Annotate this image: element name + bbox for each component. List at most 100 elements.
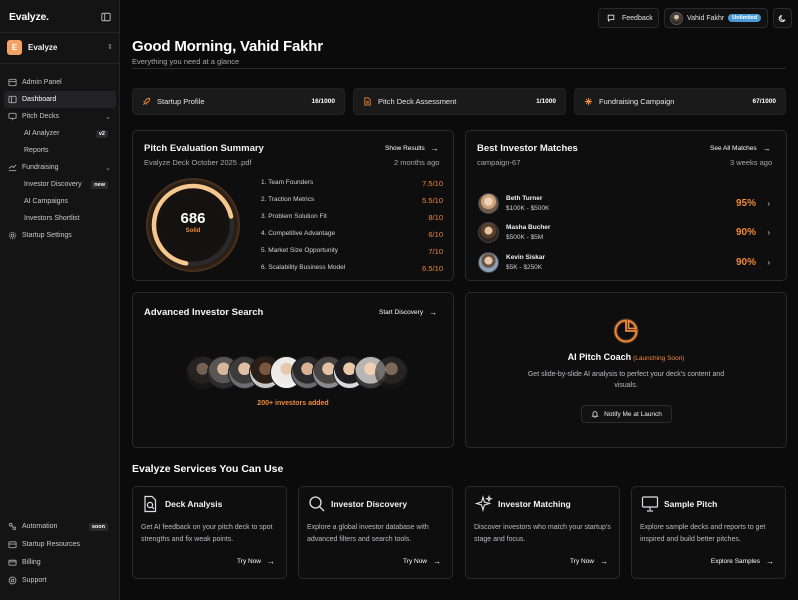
investor-avatar [478,222,499,243]
deck-time: 2 months ago [394,158,440,167]
page-subtitle: Everything you need at a glance [132,57,240,66]
match-percent: 90% [735,227,756,238]
sidebar-divider [0,32,120,33]
nav-fundraising[interactable]: Fundraising ⌄ [4,159,116,176]
investor-row[interactable]: Masha Bucher $500K - $5M 90% › [478,221,774,245]
investor-faces [186,356,408,391]
document-icon [364,97,371,106]
service-description: Get AI feedback on your pitch deck to sp… [141,524,273,543]
new-badge: new [91,180,108,189]
service-title: Investor Discovery [331,499,408,509]
nav-label: Admin Panel [22,79,62,86]
criterion-score: 5.5/10 [422,196,443,205]
nav-reports[interactable]: Reports [4,142,116,159]
nav-support[interactable]: Support [4,572,116,589]
start-discovery-link[interactable]: Start Discovery → [379,308,437,317]
sparkle-icon [584,97,593,106]
user-avatar [670,11,683,25]
service-card-investor-discovery[interactable]: Investor Discovery Explore a global inve… [298,486,453,579]
services-heading: Evalyze Services You Can Use [132,463,284,475]
explore-samples-link[interactable]: Explore Samples → [711,557,774,566]
nav-pitch-decks[interactable]: Pitch Decks ⌄ [4,108,116,125]
criterion-score: 6.5/10 [422,264,443,273]
admin-icon [8,78,17,87]
link-label: Try Now [237,558,261,565]
panel-title: Pitch Evaluation Summary [144,143,264,154]
criterion-row: 4. Competitive Advantage 6/10 [261,230,443,239]
nav-startup-resources[interactable]: Startup Resources [4,536,116,553]
nav-label: Investor Discovery [24,181,82,188]
criterion-label: 5. Market Size Opportunity [261,247,338,254]
show-results-link[interactable]: Show Results → [385,144,439,153]
app-logo[interactable]: Evalyze. [9,11,49,23]
investor-matches-panel: Best Investor Matches See All Matches → c… [465,130,787,281]
service-card-sample-pitch[interactable]: Sample Pitch Explore sample decks and re… [631,486,786,579]
nav-ai-campaigns[interactable]: AI Campaigns [4,193,116,210]
score-value: 686 [180,210,206,227]
moon-icon [778,14,786,22]
panel-title: Best Investor Matches [477,143,578,154]
investor-row[interactable]: Beth Turner $100K - $500K 95% › [478,192,774,216]
criterion-label: 1. Team Founders [261,179,314,186]
try-now-link[interactable]: Try Now → [403,557,441,566]
arrow-right-icon: → [430,144,439,153]
criterion-label: 3. Problem Solution Fit [261,213,327,220]
nav-automation[interactable]: Automation soon [4,518,116,535]
panel-title: Advanced Investor Search [144,307,264,318]
nav-label: Fundraising [22,164,59,171]
link-label: Show Results [385,145,425,152]
nav-admin-panel[interactable]: Admin Panel [4,74,116,91]
progress-label: Fundraising Campaign [599,97,675,106]
try-now-link[interactable]: Try Now → [237,557,275,566]
investor-search-panel: Advanced Investor Search Start Discovery… [132,292,454,448]
nav-label: Investors Shortlist [24,215,80,222]
nav-label: Dashboard [22,96,57,103]
nav-investors-shortlist[interactable]: Investors Shortlist [4,210,116,227]
search-icon [309,496,325,512]
service-description: Discover investors who match your startu… [474,524,611,543]
criterion-score: 7/10 [428,247,443,256]
service-card-deck-analysis[interactable]: Deck Analysis Get AI feedback on your pi… [132,486,287,579]
service-description: Explore sample decks and reports to get … [640,524,766,543]
service-title: Sample Pitch [664,499,718,509]
user-menu[interactable]: Vahid Fakhr Unlimited [664,8,768,28]
coach-title-text: AI Pitch Coach [567,352,632,362]
investor-face [375,356,408,389]
investor-name: Beth Turner [506,195,543,202]
theme-toggle-button[interactable] [773,8,792,28]
progress-card-fundraising[interactable]: Fundraising Campaign 67/1000 [574,88,786,115]
arrow-right-icon: → [429,308,438,317]
user-name: Vahid Fakhr [687,14,725,22]
investor-name: Kevin Siskar [506,254,546,261]
workspace-switcher[interactable]: E Evalyze ⇕ [7,38,113,56]
message-icon [607,14,615,22]
sidebar-toggle-icon[interactable] [101,12,111,22]
nav-billing[interactable]: Billing [4,554,116,571]
arrow-right-icon: → [433,557,441,566]
nav-dashboard[interactable]: Dashboard [4,91,116,108]
feedback-button[interactable]: Feedback [598,8,659,28]
chevron-right-icon: › [767,228,770,237]
coach-description: Get slide-by-slide AI analysis to perfec… [527,371,725,389]
pitch-evaluation-panel: Pitch Evaluation Summary Show Results → E… [132,130,454,281]
nav-investor-discovery[interactable]: Investor Discovery new [4,176,116,193]
nav-startup-settings[interactable]: Startup Settings [4,227,116,244]
sidebar-divider [0,63,120,64]
investor-row[interactable]: Kevin Siskar $5K - $250K 90% › [478,251,774,275]
progress-card-pitch-deck[interactable]: Pitch Deck Assessment 1/1000 [353,88,566,115]
campaign-name: campaign-67 [477,158,521,167]
plan-badge: Unlimited [728,14,762,22]
bottom-nav: Automation soon Startup Resources Billin… [4,518,116,589]
see-all-matches-link[interactable]: See All Matches → [710,144,771,153]
service-card-investor-matching[interactable]: Investor Matching Discover investors who… [465,486,620,579]
ai-pitch-coach-panel: AI Pitch Coach (Launching Soon) Get slide… [465,292,787,448]
try-now-link[interactable]: Try Now → [570,557,608,566]
arrow-right-icon: → [762,144,771,153]
progress-value: 67/1000 [752,98,777,105]
progress-card-startup-profile[interactable]: Startup Profile 16/1000 [132,88,345,115]
progress-label: Startup Profile [157,97,205,106]
nav-ai-analyzer[interactable]: AI Analyzer v2 [4,125,116,142]
main-nav: Admin Panel Dashboard Pitch Decks ⌄ AI A… [4,74,116,244]
notify-me-button[interactable]: Notify Me at Launch [581,405,672,423]
fundraising-icon [8,163,17,172]
